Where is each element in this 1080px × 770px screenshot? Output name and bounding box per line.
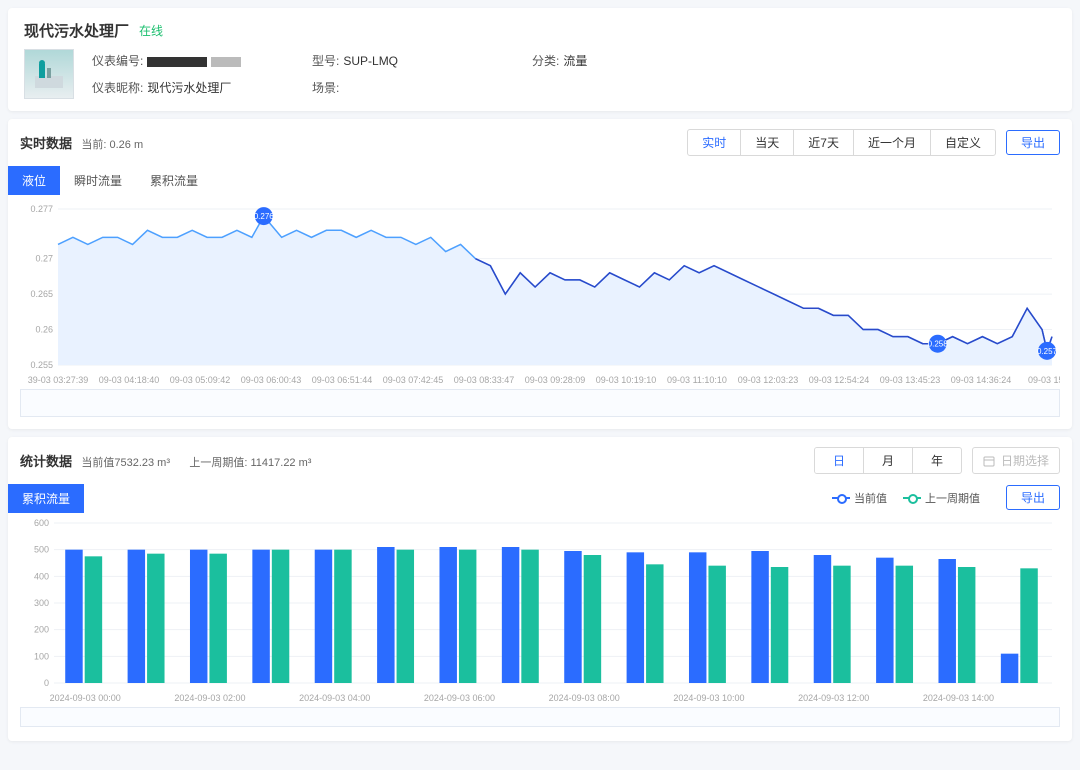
online-status-badge: 在线 bbox=[139, 22, 163, 39]
realtime-panel: 实时数据 当前: 0.26 m 实时当天近7天近一个月自定义 导出 液位瞬时流量… bbox=[8, 119, 1072, 429]
svg-text:0.276: 0.276 bbox=[254, 212, 275, 221]
svg-text:100: 100 bbox=[34, 651, 49, 661]
time-range-group: 实时当天近7天近一个月自定义 bbox=[687, 129, 996, 156]
tab-累积流量[interactable]: 累积流量 bbox=[136, 166, 212, 195]
svg-text:2024-09-03 02:00: 2024-09-03 02:00 bbox=[174, 693, 245, 703]
svg-text:09-03 04:18:40: 09-03 04:18:40 bbox=[99, 375, 160, 385]
serial-value-redacted bbox=[147, 57, 207, 67]
svg-text:0.277: 0.277 bbox=[30, 204, 53, 214]
svg-text:0.27: 0.27 bbox=[35, 254, 53, 264]
model-label: 型号: bbox=[312, 54, 339, 68]
pill-月[interactable]: 月 bbox=[863, 448, 912, 473]
svg-text:0.255: 0.255 bbox=[30, 360, 53, 370]
svg-text:09-03 14:36:24: 09-03 14:36:24 bbox=[951, 375, 1012, 385]
device-thumbnail bbox=[24, 49, 74, 99]
date-picker[interactable]: 日期选择 bbox=[972, 447, 1060, 474]
svg-text:0.258: 0.258 bbox=[928, 340, 949, 349]
realtime-tabs: 液位瞬时流量累积流量 bbox=[8, 166, 1072, 195]
scene-label: 场景: bbox=[312, 81, 339, 95]
svg-text:2024-09-03 10:00: 2024-09-03 10:00 bbox=[673, 693, 744, 703]
stats-tabs: 累积流量 bbox=[8, 484, 84, 513]
svg-text:39-03 03:27:39: 39-03 03:27:39 bbox=[28, 375, 89, 385]
svg-text:2024-09-03 00:00: 2024-09-03 00:00 bbox=[50, 693, 121, 703]
svg-text:300: 300 bbox=[34, 598, 49, 608]
svg-text:0.26: 0.26 bbox=[35, 325, 53, 335]
tab-累积流量[interactable]: 累积流量 bbox=[8, 484, 84, 513]
model-value: SUP-LMQ bbox=[343, 54, 398, 68]
svg-text:200: 200 bbox=[34, 625, 49, 635]
svg-text:09-03 10:19:10: 09-03 10:19:10 bbox=[596, 375, 657, 385]
svg-text:2024-09-03 06:00: 2024-09-03 06:00 bbox=[424, 693, 495, 703]
legend-current: 当前值 bbox=[854, 490, 887, 506]
realtime-brush-scrollbar[interactable] bbox=[20, 389, 1060, 417]
range-近7天[interactable]: 近7天 bbox=[793, 130, 853, 155]
svg-text:09-03 08:33:47: 09-03 08:33:47 bbox=[454, 375, 515, 385]
range-近一个月[interactable]: 近一个月 bbox=[853, 130, 930, 155]
range-当天[interactable]: 当天 bbox=[740, 130, 793, 155]
svg-text:09-03 05:09:42: 09-03 05:09:42 bbox=[170, 375, 231, 385]
realtime-export-button[interactable]: 导出 bbox=[1006, 130, 1060, 155]
legend-prev: 上一周期值 bbox=[925, 490, 980, 506]
svg-text:09-03 09:28:09: 09-03 09:28:09 bbox=[525, 375, 586, 385]
category-value: 流量 bbox=[563, 54, 587, 68]
device-title: 现代污水处理厂 bbox=[24, 20, 129, 41]
svg-text:600: 600 bbox=[34, 518, 49, 528]
svg-text:500: 500 bbox=[34, 545, 49, 555]
realtime-current-label: 当前: bbox=[81, 139, 106, 151]
stats-prev-label: 上一周期值: bbox=[189, 457, 247, 469]
svg-text:09-03 06:00:43: 09-03 06:00:43 bbox=[241, 375, 302, 385]
pill-年[interactable]: 年 bbox=[912, 448, 961, 473]
realtime-line-chart[interactable]: 0.255 0.26 0.265 0.27 0.277 39-03 03:27:39 09-… bbox=[20, 199, 1060, 389]
svg-text:09-03 06:51:44: 09-03 06:51:44 bbox=[312, 375, 373, 385]
range-实时[interactable]: 实时 bbox=[688, 130, 740, 155]
serial-label: 仪表编号: bbox=[92, 54, 143, 68]
tab-液位[interactable]: 液位 bbox=[8, 166, 60, 195]
svg-text:2024-09-03 04:00: 2024-09-03 04:00 bbox=[299, 693, 370, 703]
svg-text:2024-09-03 14:00: 2024-09-03 14:00 bbox=[923, 693, 994, 703]
svg-text:0.265: 0.265 bbox=[30, 289, 53, 299]
svg-text:09-03 13:45:23: 09-03 13:45:23 bbox=[880, 375, 941, 385]
category-label: 分类: bbox=[532, 54, 559, 68]
stats-brush-scrollbar[interactable] bbox=[20, 707, 1060, 727]
stats-prev-value: 11417.22 m³ bbox=[250, 457, 311, 469]
range-自定义[interactable]: 自定义 bbox=[930, 130, 995, 155]
svg-text:0: 0 bbox=[44, 678, 49, 688]
date-picker-placeholder: 日期选择 bbox=[1001, 452, 1049, 469]
stats-granularity-group: 日月年 bbox=[814, 447, 962, 474]
svg-text:09-03 15:27: 09-03 15:27 bbox=[1028, 375, 1060, 385]
svg-text:400: 400 bbox=[34, 571, 49, 581]
svg-text:09-03 12:54:24: 09-03 12:54:24 bbox=[809, 375, 870, 385]
stats-export-button[interactable]: 导出 bbox=[1006, 485, 1060, 510]
stats-panel: 统计数据 当前值7532.23 m³ 上一周期值: 11417.22 m³ 日月… bbox=[8, 437, 1072, 741]
realtime-title: 实时数据 bbox=[20, 136, 72, 151]
svg-text:2024-09-03 12:00: 2024-09-03 12:00 bbox=[798, 693, 869, 703]
pill-日[interactable]: 日 bbox=[815, 448, 863, 473]
nickname-value: 现代污水处理厂 bbox=[147, 81, 231, 95]
svg-text:09-03 12:03:23: 09-03 12:03:23 bbox=[738, 375, 799, 385]
calendar-icon bbox=[983, 455, 995, 467]
svg-text:0.257: 0.257 bbox=[1037, 347, 1058, 356]
realtime-current-value: 0.26 m bbox=[109, 139, 143, 151]
tab-瞬时流量[interactable]: 瞬时流量 bbox=[60, 166, 136, 195]
stats-current-label: 当前值 bbox=[81, 457, 114, 469]
svg-text:2024-09-03 08:00: 2024-09-03 08:00 bbox=[549, 693, 620, 703]
svg-text:09-03 07:42:45: 09-03 07:42:45 bbox=[383, 375, 444, 385]
nickname-label: 仪表昵称: bbox=[92, 81, 143, 95]
stats-title: 统计数据 bbox=[20, 454, 72, 469]
stats-bar-chart[interactable]: 0 100 200 300 400 500 600 2024-09-03 00:00 2024-… bbox=[20, 517, 1060, 707]
device-header-card: 现代污水处理厂 在线 仪表编号: 型号: SUP-LMQ 分类: 流量 仪表昵称: 现… bbox=[8, 8, 1072, 111]
stats-current-value: 7532.23 m³ bbox=[114, 457, 170, 469]
svg-text:09-03 11:10:10: 09-03 11:10:10 bbox=[667, 375, 727, 385]
